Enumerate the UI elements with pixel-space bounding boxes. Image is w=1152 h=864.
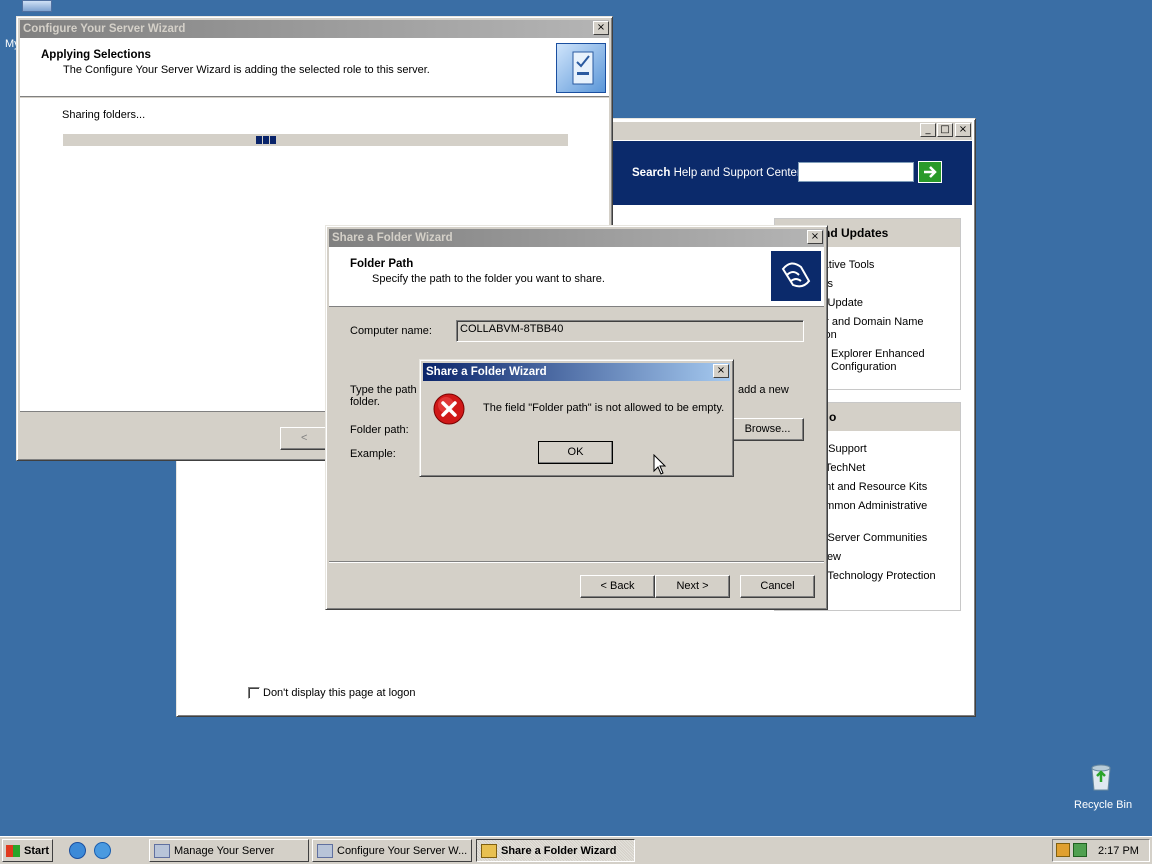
browse-button[interactable]: Browse... <box>731 418 804 441</box>
error-dialog: Share a Folder Wizard × The field "Folde… <box>419 359 734 477</box>
search-go-button[interactable] <box>918 161 942 183</box>
dont-display-label[interactable]: Don't display this page at logon <box>263 687 416 699</box>
clock[interactable]: 2:17 PM <box>1098 845 1139 857</box>
maximize-icon[interactable]: □ <box>937 123 953 137</box>
tray-update-icon[interactable] <box>1073 843 1087 857</box>
taskbar-manage-server[interactable]: Manage Your Server <box>149 839 309 862</box>
add-new-folder-text: add a new <box>738 384 789 396</box>
panel-link[interactable]: Explorer Enhanced <box>831 348 925 360</box>
type-path-instruction-2: folder. <box>350 396 380 408</box>
error-dialog-title: Share a Folder Wizard <box>426 366 547 378</box>
example-label: Example: <box>350 448 396 460</box>
start-label: Start <box>24 844 50 857</box>
share-wizard-subheading: Specify the path to the folder you want … <box>372 273 605 285</box>
share-wizard-titlebar[interactable]: Share a Folder Wizard <box>329 229 824 247</box>
panel-link[interactable]: Configuration <box>831 361 896 373</box>
search-label-rest: Help and Support Center <box>673 167 801 179</box>
share-wizard-heading: Folder Path <box>350 258 414 270</box>
close-icon[interactable]: × <box>955 123 971 137</box>
cancel-button[interactable]: Cancel <box>740 575 815 598</box>
server-wizard-icon <box>556 43 606 93</box>
error-message: The field "Folder path" is not allowed t… <box>483 402 725 414</box>
panel-link[interactable]: er and Domain Name <box>819 316 924 328</box>
search-label: Search Help and Support Center <box>632 167 801 179</box>
folder-path-label: Folder path: <box>350 424 409 436</box>
start-button[interactable]: Start <box>2 839 53 862</box>
back-button[interactable]: < Back <box>580 575 655 598</box>
recycle-bin-icon[interactable] <box>1088 762 1114 792</box>
progress-bar <box>63 134 568 146</box>
dont-display-checkbox[interactable] <box>248 687 260 699</box>
tray-network-icon[interactable] <box>1056 843 1070 857</box>
configure-wizard-heading: Applying Selections <box>41 49 151 61</box>
ok-button[interactable]: OK <box>538 441 613 464</box>
computer-name-field: COLLABVM-8TBB40 <box>456 320 804 342</box>
next-button[interactable]: Next > <box>655 575 730 598</box>
panel-link[interactable]: c Technology Protection <box>819 570 936 582</box>
manage-server-icon <box>154 843 170 858</box>
panel-link[interactable]: ommon Administrative <box>819 500 927 512</box>
share-wizard-divider <box>329 561 824 563</box>
taskbar-configure-wizard[interactable]: Configure Your Server W... <box>312 839 472 862</box>
configure-wizard-title: Configure Your Server Wizard <box>23 23 186 35</box>
quick-launch-explorer-icon[interactable] <box>94 842 111 859</box>
mouse-cursor-icon <box>653 453 667 476</box>
taskbar-share-folder-wizard[interactable]: Share a Folder Wizard <box>476 839 635 862</box>
minimize-icon[interactable]: _ <box>920 123 936 137</box>
share-wizard-title: Share a Folder Wizard <box>332 232 453 244</box>
close-icon[interactable]: × <box>807 230 823 244</box>
search-input[interactable] <box>798 162 914 182</box>
panel-link[interactable]: ent and Resource Kits <box>819 481 927 493</box>
configure-wizard-titlebar[interactable]: Configure Your Server Wizard <box>20 20 609 38</box>
arrow-right-icon <box>924 166 937 178</box>
error-icon <box>432 392 466 426</box>
error-dialog-titlebar[interactable]: Share a Folder Wizard <box>423 363 730 381</box>
panel-updates-header: nd Updates <box>823 226 889 240</box>
computer-name-label: Computer name: <box>350 325 432 337</box>
close-icon[interactable]: × <box>593 21 609 35</box>
close-icon[interactable]: × <box>713 364 729 378</box>
quick-launch-ie-icon[interactable] <box>69 842 86 859</box>
my-computer-icon[interactable] <box>22 0 52 12</box>
type-path-instruction: Type the path <box>350 384 417 396</box>
panel-link[interactable]: s Server Communities <box>819 532 927 544</box>
sharing-status: Sharing folders... <box>62 109 146 121</box>
share-folder-icon <box>771 251 821 301</box>
configure-wizard-icon <box>317 843 333 858</box>
configure-wizard-subheading: The Configure Your Server Wizard is addi… <box>63 64 430 76</box>
windows-logo-icon <box>6 844 20 857</box>
share-folder-task-icon <box>481 843 497 858</box>
panel-see-also-header: o <box>829 410 837 424</box>
recycle-bin-label[interactable]: Recycle Bin <box>1074 799 1132 811</box>
configure-back-button[interactable]: < Bac <box>280 427 327 450</box>
